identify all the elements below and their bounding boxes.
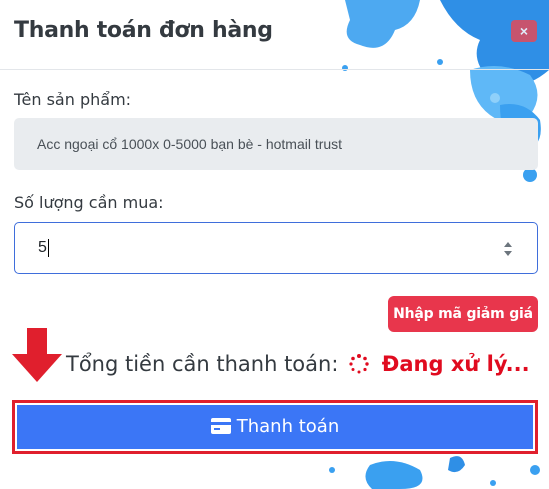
credit-card-icon (210, 418, 231, 434)
pay-button[interactable]: Thanh toán (17, 405, 533, 449)
spinner-icon (349, 354, 369, 374)
modal-title: Thanh toán đơn hàng (14, 18, 273, 43)
product-name-label: Tên sản phẩm: (14, 90, 132, 109)
stepper-icon[interactable] (503, 239, 513, 259)
total-label: Tổng tiền cần thanh toán: (66, 352, 339, 376)
close-icon: × (519, 23, 529, 39)
close-button[interactable]: × (511, 20, 537, 42)
text-caret (47, 238, 49, 257)
modal-header: Thanh toán đơn hàng × (0, 0, 549, 70)
total-row: Tổng tiền cần thanh toán: Đang xử lý... (66, 352, 530, 376)
down-arrow-icon (12, 328, 62, 382)
pay-button-label: Thanh toán (236, 416, 340, 437)
quantity-label: Số lượng cần mua: (14, 193, 164, 212)
product-name-field: Acc ngoại cổ 1000x 0-5000 bạn bè - hotma… (14, 118, 538, 170)
quantity-input[interactable]: 5 (14, 222, 538, 274)
quantity-value: 5 (38, 239, 47, 256)
payment-modal: Thanh toán đơn hàng × Tên sản phẩm: Acc … (0, 0, 549, 489)
total-status: Đang xử lý... (381, 352, 530, 376)
discount-code-button[interactable]: Nhập mã giảm giá (388, 296, 538, 332)
